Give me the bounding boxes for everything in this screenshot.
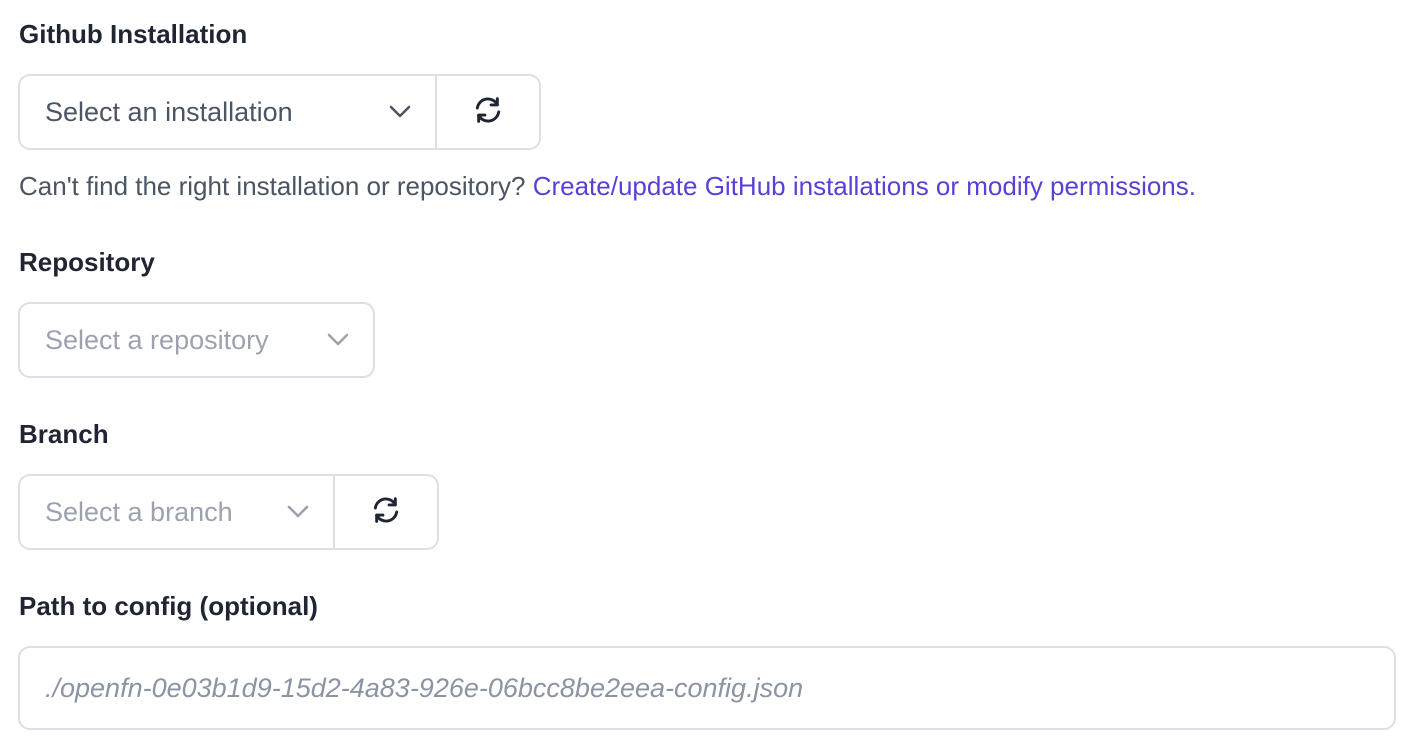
config-path-label: Path to config (optional) bbox=[19, 591, 318, 621]
repository-select[interactable]: Select a repository bbox=[20, 304, 373, 376]
installation-select-value: Select an installation bbox=[45, 96, 293, 127]
branch-select[interactable]: Select a branch bbox=[20, 476, 333, 548]
branch-select-value: Select a branch bbox=[45, 496, 233, 527]
config-path-field bbox=[18, 646, 1396, 730]
installation-select[interactable]: Select an installation bbox=[20, 76, 435, 148]
installation-label: Github Installation bbox=[19, 19, 248, 49]
chevron-down-icon bbox=[327, 333, 349, 347]
installation-help-text: Can't find the right installation or rep… bbox=[19, 170, 1196, 202]
repository-select-group: Select a repository bbox=[18, 302, 375, 378]
config-path-input[interactable] bbox=[45, 672, 1369, 704]
installation-refresh-button[interactable] bbox=[435, 76, 539, 148]
chevron-down-icon bbox=[287, 505, 309, 519]
manage-installations-link[interactable]: Create/update GitHub installations or mo… bbox=[533, 171, 1196, 201]
branch-refresh-button[interactable] bbox=[333, 476, 437, 548]
refresh-icon bbox=[370, 494, 402, 531]
repository-select-value: Select a repository bbox=[45, 324, 269, 355]
refresh-icon bbox=[472, 94, 504, 131]
repository-label: Repository bbox=[19, 247, 155, 277]
installation-select-group: Select an installation bbox=[18, 74, 541, 150]
branch-label: Branch bbox=[19, 419, 109, 449]
branch-select-group: Select a branch bbox=[18, 474, 439, 550]
chevron-down-icon bbox=[389, 105, 411, 119]
help-text: Can't find the right installation or rep… bbox=[19, 171, 533, 201]
